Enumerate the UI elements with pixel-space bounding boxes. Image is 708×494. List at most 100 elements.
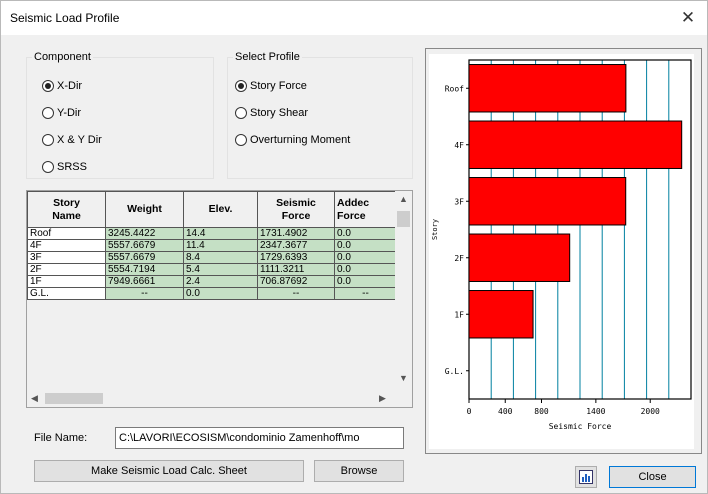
header-seismic-force[interactable]: Seismic Force (257, 191, 335, 228)
radio-story-force[interactable]: Story Force (235, 80, 307, 92)
title-bar: Seismic Load Profile ✕ (1, 1, 707, 35)
radio-story-shear[interactable]: Story Shear (235, 107, 308, 119)
make-seismic-load-calc-sheet-button[interactable]: Make Seismic Load Calc. Sheet (34, 460, 304, 482)
cell-story[interactable]: 1F (27, 275, 106, 288)
seismic-force-chart: Roof 4F 3F 2F 1F G.L. 0 400 800 1400 2000 Seismic F… (431, 59, 692, 431)
radio-x-dir[interactable]: X-Dir (42, 80, 82, 92)
table-row: 4F 5557.6679 11.4 2347.3677 0.0 (27, 239, 397, 252)
table-row: 2F 5554.7194 5.4 1111.3211 0.0 (27, 263, 397, 276)
radio-label: Overturning Moment (250, 134, 351, 146)
window-title: Seismic Load Profile (10, 11, 120, 25)
radio-icon (42, 161, 54, 173)
cell-elev[interactable]: 8.4 (183, 251, 258, 264)
cell-elev[interactable]: 5.4 (183, 263, 258, 276)
bar (468, 120, 683, 169)
radio-x-and-y-dir[interactable]: X & Y Dir (42, 134, 102, 146)
scroll-left-icon[interactable]: ◀ (31, 393, 38, 404)
select-profile-label: Select Profile (233, 51, 302, 63)
y-tick-label: 4F (454, 141, 464, 150)
chart-panel: Roof 4F 3F 2F 1F G.L. 0 400 800 1400 2000 Seismic F… (429, 54, 694, 449)
y-tick-label: 3F (454, 197, 464, 206)
story-grid[interactable]: Story Name Weight Elev. Seismic Force Ad… (26, 190, 413, 408)
cell-weight[interactable]: 5557.6679 (105, 239, 184, 252)
vertical-scroll-thumb[interactable] (397, 211, 410, 227)
scroll-down-icon[interactable]: ▼ (399, 373, 408, 383)
x-tick-label: 2000 (641, 407, 660, 416)
table-row: 1F 7949.6661 2.4 706.87692 0.0 (27, 275, 397, 288)
radio-icon (235, 107, 247, 119)
radio-label: SRSS (57, 161, 87, 173)
cell-added-force[interactable]: -- (334, 287, 397, 300)
cell-elev[interactable]: 2.4 (183, 275, 258, 288)
table-header-row: Story Name Weight Elev. Seismic Force Ad… (27, 191, 397, 228)
cell-seismic-force[interactable]: 2347.3677 (257, 239, 335, 252)
bar (468, 64, 627, 113)
radio-y-dir[interactable]: Y-Dir (42, 107, 81, 119)
cell-story[interactable]: Roof (27, 227, 106, 240)
radio-label: X-Dir (57, 80, 83, 92)
y-tick-label: G.L. (445, 367, 464, 376)
cell-story[interactable]: 3F (27, 251, 106, 264)
chart-icon (579, 470, 593, 484)
cell-story[interactable]: 2F (27, 263, 106, 276)
y-axis-label: Story (431, 219, 439, 240)
cell-added-force[interactable]: 0.0 (334, 239, 397, 252)
radio-icon (42, 80, 54, 92)
browse-button[interactable]: Browse (314, 460, 404, 482)
cell-added-force[interactable]: 0.0 (334, 275, 397, 288)
component-label: Component (32, 51, 93, 63)
close-icon[interactable]: ✕ (675, 5, 701, 31)
file-name-input[interactable]: C:\LAVORI\ECOSISM\condominio Zamenhoff\m… (115, 427, 404, 449)
cell-elev[interactable]: 14.4 (183, 227, 258, 240)
table-row: Roof 3245.4422 14.4 1731.4902 0.0 (27, 227, 397, 240)
bar (468, 233, 571, 282)
header-added-force[interactable]: Addec Force (334, 191, 397, 228)
radio-label: Story Force (250, 80, 307, 92)
radio-icon (235, 134, 247, 146)
cell-weight[interactable]: 3245.4422 (105, 227, 184, 240)
header-weight[interactable]: Weight (105, 191, 184, 228)
radio-icon (235, 80, 247, 92)
header-elev[interactable]: Elev. (183, 191, 258, 228)
cell-story[interactable]: 4F (27, 239, 106, 252)
chart-view-button[interactable] (575, 466, 597, 488)
cell-seismic-force[interactable]: -- (257, 287, 335, 300)
cell-elev[interactable]: 0.0 (183, 287, 258, 300)
header-story-name[interactable]: Story Name (27, 191, 106, 228)
cell-weight[interactable]: 5554.7194 (105, 263, 184, 276)
scroll-up-icon[interactable]: ▲ (399, 194, 408, 204)
cell-elev[interactable]: 11.4 (183, 239, 258, 252)
file-name-label: File Name: (34, 432, 88, 444)
story-table: Story Name Weight Elev. Seismic Force Ad… (27, 191, 397, 300)
cell-weight[interactable]: 5557.6679 (105, 251, 184, 264)
cell-story[interactable]: G.L. (27, 287, 106, 300)
cell-added-force[interactable]: 0.0 (334, 227, 397, 240)
cell-seismic-force[interactable]: 1729.6393 (257, 251, 335, 264)
radio-label: X & Y Dir (57, 134, 102, 146)
radio-icon (42, 134, 54, 146)
close-button[interactable]: Close (609, 466, 696, 488)
radio-icon (42, 107, 54, 119)
cell-seismic-force[interactable]: 706.87692 (257, 275, 335, 288)
y-tick-label: 1F (454, 310, 464, 319)
cell-added-force[interactable]: 0.0 (334, 251, 397, 264)
vertical-scrollbar[interactable]: ▲ ▼ (395, 191, 412, 391)
cell-seismic-force[interactable]: 1111.3211 (257, 263, 335, 276)
seismic-load-profile-dialog: Seismic Load Profile ✕ Component X-Dir Y… (0, 0, 708, 494)
x-tick-label: 0 (467, 407, 472, 416)
radio-srss[interactable]: SRSS (42, 161, 87, 173)
radio-label: Story Shear (250, 107, 309, 119)
cell-added-force[interactable]: 0.0 (334, 263, 397, 276)
x-tick-label: 800 (534, 407, 549, 416)
x-tick-label: 400 (498, 407, 513, 416)
cell-weight[interactable]: 7949.6661 (105, 275, 184, 288)
x-axis-label: Seismic Force (549, 422, 612, 431)
x-tick-label: 1400 (586, 407, 605, 416)
scroll-right-icon[interactable]: ▶ (379, 393, 386, 404)
y-tick-label: Roof (445, 84, 464, 93)
cell-seismic-force[interactable]: 1731.4902 (257, 227, 335, 240)
radio-overturning-moment[interactable]: Overturning Moment (235, 134, 350, 146)
horizontal-scroll-thumb[interactable] (45, 393, 103, 404)
cell-weight[interactable]: -- (105, 287, 184, 300)
horizontal-scrollbar[interactable]: ◀ ▶ (27, 390, 395, 407)
